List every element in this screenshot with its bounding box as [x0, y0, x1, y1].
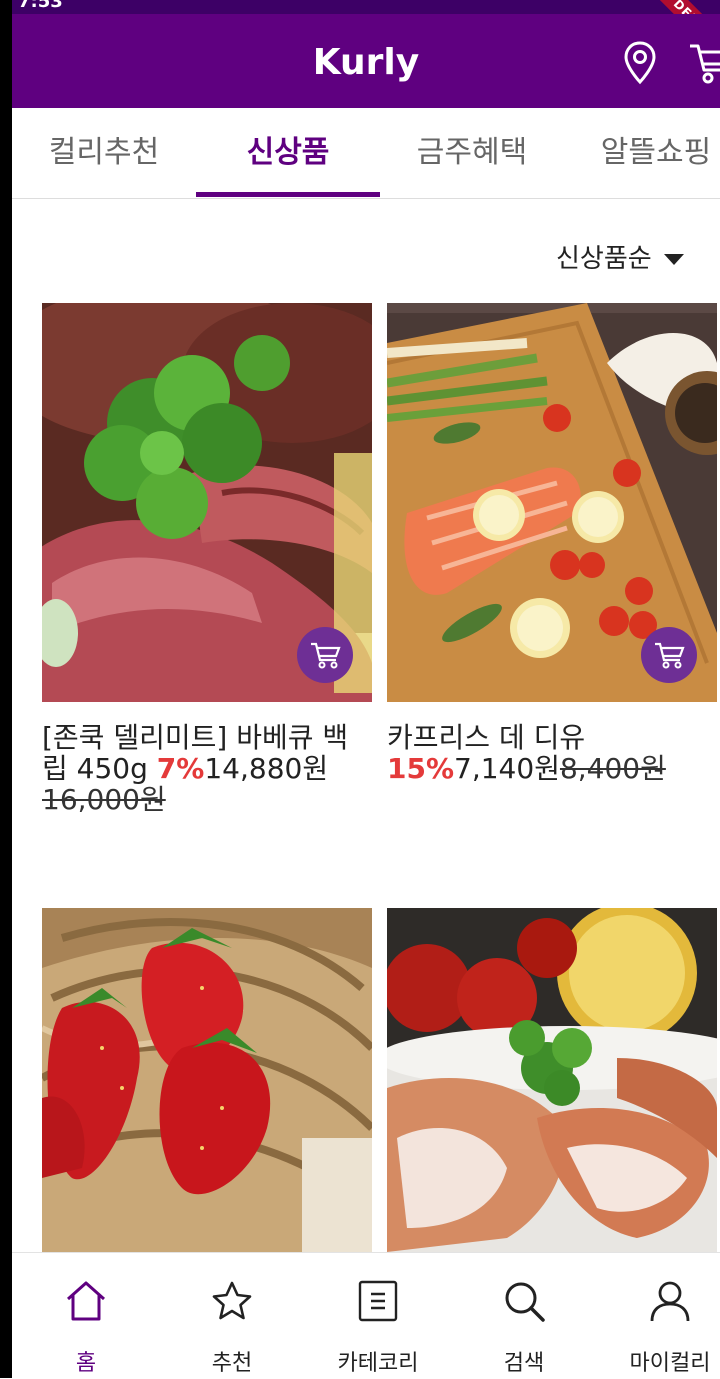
product-name: 카프리스 데 디유: [387, 721, 586, 754]
discount-rate: 15%: [387, 752, 455, 785]
nav-my-kurly[interactable]: 마이컬리: [600, 1253, 720, 1379]
caret-down-icon: [663, 254, 684, 265]
cart-icon: [311, 642, 341, 669]
cart-icon[interactable]: [688, 40, 720, 86]
product-info-steak[interactable]: [존쿡 델리미트] 바베큐 백 립 450g 7%14,880원 16,000원: [42, 722, 382, 815]
user-icon: [650, 1281, 690, 1322]
tab-thrifty-shopping[interactable]: 알뜰쇼핑: [564, 108, 720, 198]
nav-category[interactable]: 카테코리: [308, 1253, 448, 1379]
cart-icon: [655, 642, 685, 669]
nav-home[interactable]: 홈: [16, 1253, 156, 1379]
bottom-navigation: 홈 추천 카테코리 검색 마이컬리: [12, 1252, 720, 1379]
status-time: 7:53: [18, 0, 63, 12]
product-info-salmon[interactable]: 카프리스 데 디유 15%7,140원8,400원: [387, 722, 720, 784]
tab-indicator: [196, 192, 380, 197]
debug-banner: DEBUG: [644, 0, 720, 14]
tab-weekly-benefits[interactable]: 금주혜택: [380, 108, 564, 198]
original-price: 8,400원: [559, 752, 666, 785]
nav-label: 홈: [75, 1351, 97, 1376]
nav-label: 카테코리: [337, 1351, 419, 1376]
discount-rate: 7%: [156, 752, 205, 785]
nav-label: 마이컬리: [629, 1351, 711, 1376]
tab-new-products[interactable]: 신상품: [196, 108, 380, 198]
app-bar: Kurly: [12, 14, 720, 108]
add-to-cart-button[interactable]: [641, 627, 697, 683]
status-bar: 7:53 DEBUG: [12, 0, 720, 14]
app-title: Kurly: [312, 42, 420, 83]
sort-dropdown[interactable]: 신상품순: [556, 238, 684, 275]
product-name-continued: 립 450g: [42, 752, 148, 785]
original-price: 16,000원: [42, 783, 166, 816]
sort-label: 신상품순: [556, 244, 652, 274]
sale-price: 14,880원: [204, 752, 329, 785]
sale-price: 7,140원: [454, 752, 560, 785]
nav-recommend[interactable]: 추천: [162, 1253, 302, 1379]
nav-label: 검색: [503, 1351, 545, 1376]
product-name: [존쿡 델리미트] 바베큐 백: [42, 721, 349, 754]
add-to-cart-button[interactable]: [297, 627, 353, 683]
product-image-shrimp[interactable]: [387, 908, 717, 1252]
nav-label: 추천: [211, 1351, 253, 1376]
tab-recommend[interactable]: 컬리추천: [12, 108, 196, 198]
location-pin-icon[interactable]: [622, 40, 658, 86]
category-tabs: 컬리추천 신상품 금주혜택 알뜰쇼핑: [12, 108, 720, 199]
star-icon: [212, 1281, 252, 1320]
nav-search[interactable]: 검색: [454, 1253, 594, 1379]
search-icon: [505, 1282, 545, 1322]
screen-edge: [0, 0, 12, 1378]
product-image-strawberry[interactable]: [42, 908, 372, 1252]
home-icon: [67, 1281, 105, 1321]
category-icon: [358, 1280, 398, 1322]
